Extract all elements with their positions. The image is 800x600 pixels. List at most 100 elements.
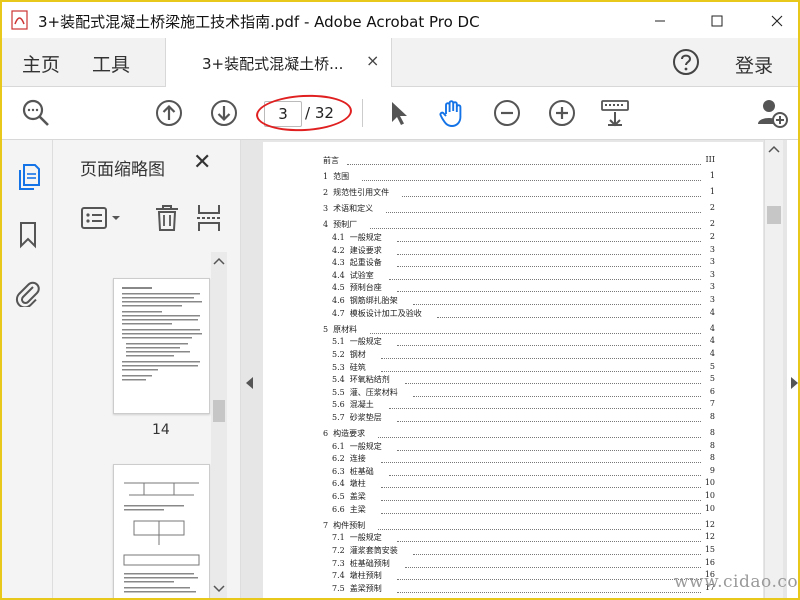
- toc-leader-dots: [413, 295, 701, 305]
- page-split-icon[interactable]: [196, 202, 222, 234]
- main-toolbar: 3 / 32: [2, 87, 798, 140]
- toc-entry-title: 7 构件预制: [323, 520, 366, 530]
- toc-leader-dots: [362, 171, 701, 182]
- toc-entry[interactable]: 4.7 模板设计加工及验收 4: [263, 308, 763, 321]
- document-tab[interactable]: 3+装配式混凝土桥... ×: [165, 38, 392, 87]
- toc-leader-dots: [378, 428, 701, 438]
- toc-leader-dots: [397, 532, 701, 543]
- toc-leader-dots: [386, 203, 701, 214]
- scroll-down-icon[interactable]: [211, 582, 227, 596]
- toc-entry-title: 4.7 模板设计加工及验收: [332, 308, 422, 318]
- toc-entry-title: 5.7 砂浆垫层: [332, 412, 382, 422]
- collapse-panel-left-icon[interactable]: [246, 377, 253, 389]
- pdf-page: 前言 III 1 范围 1 2 规范性引用文件 1 3 术语和定义 2 4 预制厂 2 4.1 一般…: [263, 142, 763, 598]
- document-scroll-thumb[interactable]: [767, 206, 781, 224]
- toc-entry-title: 6.6 主梁: [332, 504, 366, 514]
- add-user-icon[interactable]: [757, 97, 789, 129]
- toc-leader-dots: [347, 155, 701, 165]
- home-menu[interactable]: 主页: [22, 50, 60, 77]
- toc-entry[interactable]: 7 构件预制 12: [263, 520, 763, 533]
- close-panel-icon[interactable]: ✕: [193, 150, 211, 175]
- toc-entry[interactable]: 5.7 砂浆垫层 8: [263, 412, 763, 425]
- minimize-button[interactable]: [645, 8, 675, 34]
- tools-menu[interactable]: 工具: [92, 50, 130, 77]
- toc-page-number: 3: [709, 244, 715, 254]
- zoom-in-icon[interactable]: [546, 97, 578, 129]
- toc-page-number: 10: [704, 478, 715, 488]
- scroll-up-icon[interactable]: [211, 254, 227, 268]
- toc-entry[interactable]: 4.3 起重设备 3: [263, 257, 763, 270]
- toc-entry-title: 4.3 起重设备: [332, 258, 382, 268]
- toc-page-number: 9: [709, 465, 715, 475]
- toc-entry-title: 7.4 墩柱预制: [332, 571, 382, 581]
- keyboard-down-icon[interactable]: [599, 97, 631, 129]
- previous-page-icon[interactable]: [153, 97, 185, 129]
- zoom-out-icon[interactable]: [491, 97, 523, 129]
- toc-page-number: 4: [709, 307, 715, 317]
- select-cursor-icon[interactable]: [382, 97, 414, 129]
- toc-page-number: 2: [709, 203, 715, 213]
- toc-entry[interactable]: 4.5 预制台座 3: [263, 282, 763, 295]
- login-button[interactable]: 登录: [735, 51, 773, 78]
- toc-entry[interactable]: 6.1 一般规定 8: [263, 441, 763, 454]
- next-page-icon[interactable]: [208, 97, 240, 129]
- acrobat-app-icon: [10, 10, 30, 30]
- maximize-button[interactable]: [702, 8, 732, 34]
- page-thumbnail[interactable]: [113, 464, 210, 598]
- toc-entry[interactable]: 5.5 灌、压浆材料 6: [263, 387, 763, 400]
- attachment-icon[interactable]: [15, 278, 41, 308]
- toc-entry[interactable]: 5.4 环氧粘结剂 5: [263, 374, 763, 387]
- thumbnail-options-icon[interactable]: [80, 202, 124, 234]
- toc-leader-dots: [381, 453, 701, 464]
- toc-entry[interactable]: 6 构造要求 8: [263, 428, 763, 441]
- toc-entry[interactable]: 3 术语和定义 2: [263, 203, 763, 216]
- toc-leader-dots: [381, 504, 701, 514]
- toc-entry[interactable]: 5.6 混凝土 7: [263, 399, 763, 412]
- toc-entry[interactable]: 5.1 一般规定 4: [263, 336, 763, 349]
- toc-page-number: 8: [709, 428, 715, 437]
- bookmark-icon[interactable]: [15, 220, 41, 250]
- toc-entry[interactable]: 6.4 墩柱 10: [263, 478, 763, 491]
- hand-tool-icon[interactable]: [436, 97, 468, 129]
- toc-entry[interactable]: 2 规范性引用文件 1: [263, 187, 763, 200]
- trash-icon[interactable]: [154, 202, 180, 234]
- toc-leader-dots: [381, 491, 701, 501]
- toc-entry[interactable]: 5 原材料 4: [263, 324, 763, 337]
- doc-scroll-up-icon[interactable]: [765, 142, 783, 156]
- help-icon[interactable]: [672, 48, 700, 76]
- search-zoom-icon[interactable]: [20, 97, 52, 129]
- toc-entry[interactable]: 前言 III: [263, 155, 763, 168]
- toc-entry[interactable]: 1 范围 1: [263, 171, 763, 184]
- toc-entry-title: 4.5 预制台座: [332, 283, 382, 293]
- close-window-button[interactable]: [762, 8, 792, 34]
- toc-entry[interactable]: 6.5 盖梁 10: [263, 491, 763, 504]
- close-tab-icon[interactable]: ×: [366, 51, 379, 70]
- toc-entry[interactable]: 5.3 硅筑 5: [263, 362, 763, 375]
- expand-panel-right-icon[interactable]: [791, 377, 798, 389]
- toc-page-number: 8: [709, 411, 715, 421]
- toc-entry[interactable]: 4.2 建设要求 3: [263, 245, 763, 258]
- toc-page-number: 1: [709, 187, 715, 197]
- toc-leader-dots: [397, 245, 701, 255]
- toc-leader-dots: [397, 282, 701, 293]
- toc-leader-dots: [381, 478, 701, 489]
- page-thumbnail[interactable]: [113, 278, 210, 414]
- thumbnail-scroll-thumb[interactable]: [213, 400, 225, 422]
- toc-entry[interactable]: 6.3 桩基础 9: [263, 466, 763, 479]
- document-view[interactable]: 前言 III 1 范围 1 2 规范性引用文件 1 3 术语和定义 2 4 预制厂 2 4.1 一般…: [241, 140, 787, 598]
- toc-entry[interactable]: 7.3 桩基础预制 16: [263, 558, 763, 571]
- page-thumbnails-icon[interactable]: [15, 162, 41, 192]
- thumbnail-scrollbar[interactable]: [211, 252, 227, 598]
- toc-entry[interactable]: 6.6 主梁 10: [263, 504, 763, 517]
- toc-page-number: 2: [709, 232, 715, 241]
- toc-entry[interactable]: 4.4 试验室 3: [263, 270, 763, 283]
- toc-entry[interactable]: 6.2 连接 8: [263, 453, 763, 466]
- toc-entry[interactable]: 7.1 一般规定 12: [263, 532, 763, 545]
- toc-entry[interactable]: 4.6 钢筋绑扎胎架 3: [263, 295, 763, 308]
- toc-entry[interactable]: 5.2 钢材 4: [263, 349, 763, 362]
- toc-entry[interactable]: 4 预制厂 2: [263, 219, 763, 232]
- toc-entry[interactable]: 7.2 灌浆套筒安装 15: [263, 545, 763, 558]
- window-title: 3+装配式混凝土桥梁施工技术指南.pdf - Adobe Acrobat Pro…: [38, 13, 480, 31]
- document-scrollbar[interactable]: [764, 140, 783, 598]
- toc-entry[interactable]: 4.1 一般规定 2: [263, 232, 763, 245]
